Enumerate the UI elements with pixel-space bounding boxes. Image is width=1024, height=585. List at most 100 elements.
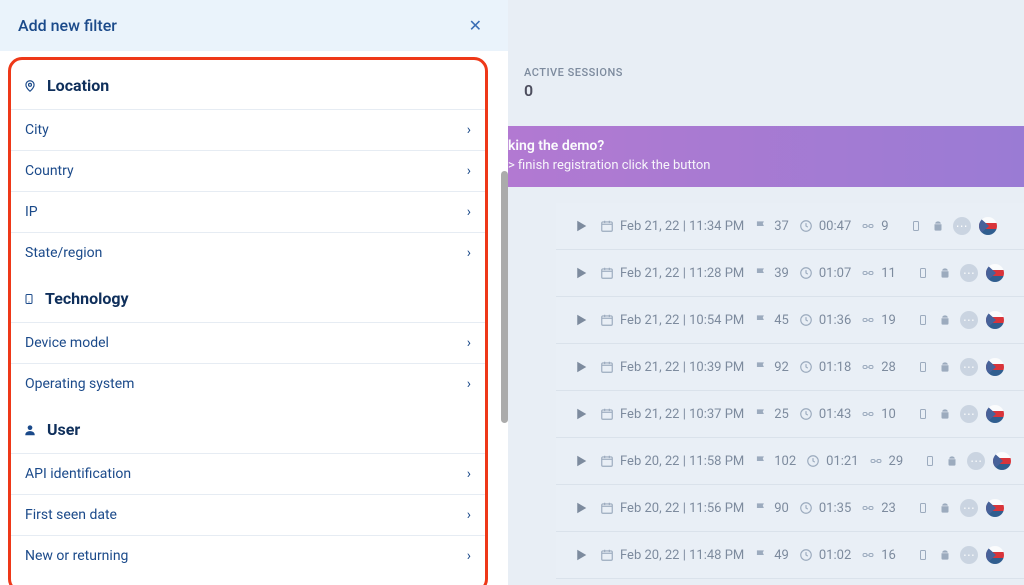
android-icon	[931, 219, 945, 233]
session-row[interactable]: Feb 21, 22 | 10:54 PM4501:3619⋯	[556, 297, 1024, 344]
session-date: Feb 21, 22 | 10:37 PM	[620, 407, 744, 422]
play-icon[interactable]	[572, 358, 590, 376]
play-icon[interactable]	[572, 264, 590, 282]
filter-item[interactable]: State/region›	[11, 232, 485, 273]
session-links: 29	[889, 454, 904, 469]
link-icon	[869, 454, 883, 468]
session-row[interactable]: Feb 21, 22 | 11:28 PM3901:0711⋯	[556, 250, 1024, 297]
filter-item[interactable]: New or returning›	[11, 535, 485, 576]
play-icon[interactable]	[572, 546, 590, 564]
filter-item-label: IP	[25, 204, 38, 220]
demo-banner: king the demo? > finish registration cli…	[508, 126, 1024, 187]
filter-item[interactable]: Country›	[11, 150, 485, 191]
session-row[interactable]: Feb 21, 22 | 11:34 PM3700:479⋯	[556, 203, 1024, 250]
country-flag-icon	[986, 546, 1004, 564]
section-title: Technology	[45, 289, 129, 308]
session-events: 49	[774, 548, 789, 563]
play-icon[interactable]	[572, 311, 590, 329]
flag-icon	[754, 219, 768, 233]
session-events: 102	[774, 454, 796, 469]
sessions-panel: ACTIVE SESSIONS 0 king the demo? > finis…	[508, 0, 1024, 585]
flag-icon	[754, 313, 768, 327]
calendar-icon	[600, 313, 614, 327]
filter-item-label: City	[25, 122, 49, 138]
filter-item[interactable]: Operating system›	[11, 363, 485, 404]
close-icon: ✕	[469, 16, 482, 35]
flag-icon	[754, 407, 768, 421]
session-row[interactable]: Feb 21, 22 | 10:39 PM9201:1828⋯	[556, 344, 1024, 391]
android-icon	[938, 407, 952, 421]
close-button[interactable]: ✕	[461, 12, 490, 39]
filter-item-label: New or returning	[25, 548, 128, 564]
link-icon	[861, 501, 875, 515]
link-icon	[861, 407, 875, 421]
user-icon	[23, 422, 37, 438]
clock-icon	[799, 219, 813, 233]
chevron-right-icon: ›	[467, 507, 471, 523]
session-links: 11	[881, 266, 896, 281]
filter-item-label: Country	[25, 163, 74, 179]
country-flag-icon	[993, 452, 1011, 470]
session-date: Feb 21, 22 | 10:54 PM	[620, 313, 744, 328]
flag-icon	[754, 501, 768, 515]
session-events: 37	[774, 219, 789, 234]
session-links: 19	[881, 313, 896, 328]
phone-icon	[916, 313, 930, 327]
session-duration: 01:35	[819, 501, 851, 516]
browser-badge: ⋯	[960, 405, 978, 423]
flag-icon	[754, 266, 768, 280]
browser-badge: ⋯	[960, 546, 978, 564]
country-flag-icon	[986, 358, 1004, 376]
session-events: 92	[774, 360, 789, 375]
device-icon	[23, 291, 35, 307]
phone-icon	[923, 454, 937, 468]
browser-badge: ⋯	[960, 264, 978, 282]
android-icon	[938, 313, 952, 327]
play-icon[interactable]	[572, 405, 590, 423]
play-icon[interactable]	[572, 217, 590, 235]
clock-icon	[799, 407, 813, 421]
phone-icon	[916, 501, 930, 515]
filter-panel: Add new filter ✕ LocationCity›Country›IP…	[0, 0, 508, 585]
scrollbar[interactable]	[501, 171, 508, 423]
session-row[interactable]: Feb 20, 22 | 11:48 PM4901:0216⋯	[556, 532, 1024, 579]
chevron-right-icon: ›	[467, 335, 471, 351]
section-header-technology: Technology	[11, 273, 485, 322]
clock-icon	[799, 548, 813, 562]
session-row[interactable]: Feb 21, 22 | 10:37 PM2501:4310⋯	[556, 391, 1024, 438]
session-events: 45	[774, 313, 789, 328]
browser-badge: ⋯	[960, 499, 978, 517]
chevron-right-icon: ›	[467, 376, 471, 392]
panel-header: Add new filter ✕	[0, 0, 508, 51]
filter-item[interactable]: First seen date›	[11, 494, 485, 535]
phone-icon	[916, 360, 930, 374]
flag-icon	[754, 548, 768, 562]
session-row[interactable]: Feb 20, 22 | 11:56 PM9001:3523⋯	[556, 485, 1024, 532]
play-icon[interactable]	[572, 452, 590, 470]
filter-item[interactable]: City›	[11, 109, 485, 150]
active-sessions-label: ACTIVE SESSIONS	[524, 66, 1024, 79]
session-row[interactable]: Feb 20, 22 | 11:58 PM10201:2129⋯	[556, 438, 1024, 485]
calendar-icon	[600, 454, 614, 468]
session-list: Feb 21, 22 | 11:34 PM3700:479⋯Feb 21, 22…	[556, 203, 1024, 579]
phone-icon	[909, 219, 923, 233]
session-date: Feb 21, 22 | 11:28 PM	[620, 266, 744, 281]
filter-item[interactable]: IP›	[11, 191, 485, 232]
country-flag-icon	[986, 499, 1004, 517]
section-header-location: Location	[11, 60, 485, 109]
session-events: 39	[774, 266, 789, 281]
country-flag-icon	[979, 217, 997, 235]
session-date: Feb 20, 22 | 11:58 PM	[620, 454, 744, 469]
clock-icon	[799, 360, 813, 374]
session-links: 28	[881, 360, 896, 375]
link-icon	[861, 548, 875, 562]
browser-badge: ⋯	[953, 217, 971, 235]
android-icon	[938, 548, 952, 562]
calendar-icon	[600, 360, 614, 374]
session-links: 9	[881, 219, 888, 234]
filter-item[interactable]: Device model›	[11, 322, 485, 363]
calendar-icon	[600, 219, 614, 233]
play-icon[interactable]	[572, 499, 590, 517]
filter-item[interactable]: API identification›	[11, 453, 485, 494]
browser-badge: ⋯	[967, 452, 985, 470]
